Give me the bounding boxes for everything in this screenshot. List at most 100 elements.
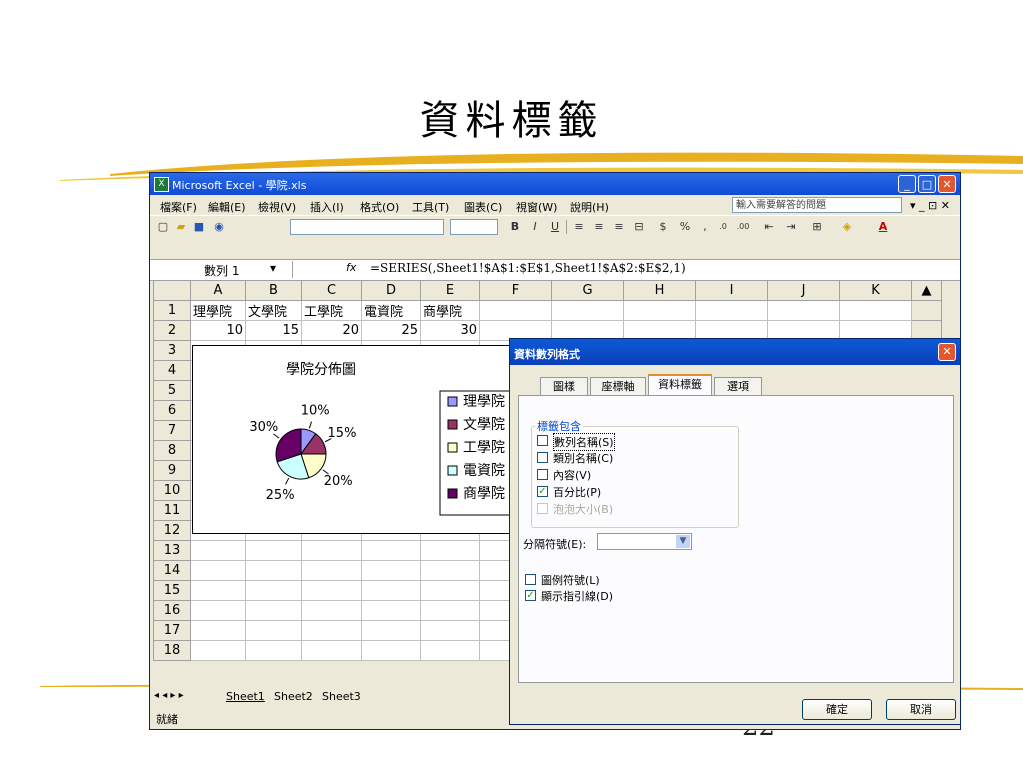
row-header[interactable]: 2 [153, 320, 191, 341]
column-header[interactable]: E [420, 280, 480, 301]
chevron-down-icon[interactable]: ▾ [270, 261, 276, 275]
minimize-button[interactable]: _ [898, 175, 916, 193]
help-icon[interactable]: ◉ [212, 220, 226, 234]
value-checkbox[interactable] [537, 469, 548, 480]
maximize-button[interactable]: □ [918, 175, 936, 193]
column-header[interactable]: D [361, 280, 421, 301]
percent-icon[interactable]: % [678, 220, 692, 234]
column-header[interactable]: H [623, 280, 696, 301]
row-header[interactable]: 16 [153, 600, 191, 621]
column-header[interactable]: A [190, 280, 246, 301]
cell[interactable]: 30 [420, 320, 480, 341]
tab-patterns[interactable]: 圖樣 [540, 377, 588, 395]
menu-format[interactable]: 格式(O) [360, 199, 399, 215]
chevron-down-icon[interactable]: ▼ [676, 535, 690, 548]
fill-color-icon[interactable]: ◈ [840, 220, 854, 234]
font-name-combo[interactable] [290, 219, 444, 235]
menu-view[interactable]: 檢視(V) [258, 199, 296, 215]
cell[interactable]: 商學院 [420, 300, 480, 321]
column-header[interactable]: G [551, 280, 624, 301]
tab-options[interactable]: 選項 [714, 377, 762, 395]
column-header[interactable]: K [839, 280, 912, 301]
series-name-checkbox[interactable] [537, 435, 548, 446]
row-header[interactable]: 5 [153, 380, 191, 401]
sheet-tab-sheet2[interactable]: Sheet2 [274, 690, 313, 703]
row-header[interactable]: 4 [153, 360, 191, 381]
new-icon[interactable]: ▢ [156, 220, 170, 234]
cell[interactable]: 電資院 [361, 300, 421, 321]
vertical-scrollbar[interactable] [911, 300, 942, 321]
font-color-icon[interactable]: A [876, 220, 890, 234]
row-header[interactable]: 13 [153, 540, 191, 561]
sheet-tab-sheet1[interactable]: Sheet1 [226, 690, 265, 703]
data-label[interactable]: 30% [249, 420, 278, 435]
borders-icon[interactable]: ⊞ [810, 220, 824, 234]
cancel-button[interactable]: 取消 [886, 699, 956, 720]
ok-button[interactable]: 確定 [802, 699, 872, 720]
separator-select[interactable]: ▼ [597, 533, 692, 550]
name-box[interactable]: 數列 1 ▾ [152, 261, 293, 278]
formula-input[interactable]: =SERIES(,Sheet1!$A$1:$E$1,Sheet1!$A$2:$E… [370, 261, 686, 275]
row-header[interactable]: 11 [153, 500, 191, 521]
data-label[interactable]: 15% [328, 426, 357, 441]
column-header[interactable]: B [245, 280, 302, 301]
underline-icon[interactable]: U [548, 220, 562, 234]
increase-decimal-icon[interactable]: .0 [716, 220, 730, 234]
comma-icon[interactable]: , [698, 220, 712, 234]
title-bar[interactable]: X Microsoft Excel - 學院.xls _ □ ✕ [150, 173, 960, 195]
help-search-input[interactable]: 輸入需要解答的問題 [732, 197, 902, 213]
menu-file[interactable]: 檔案(F) [160, 199, 197, 215]
row-header[interactable]: 17 [153, 620, 191, 641]
row-header[interactable]: 1 [153, 300, 191, 321]
decrease-indent-icon[interactable]: ⇤ [762, 220, 776, 234]
close-button[interactable]: ✕ [938, 175, 956, 193]
column-header[interactable]: F [479, 280, 552, 301]
tab-axis[interactable]: 座標軸 [590, 377, 646, 395]
scroll-up-button[interactable]: ▲ [911, 280, 942, 301]
font-size-combo[interactable] [450, 219, 498, 235]
menu-insert[interactable]: 插入(I) [310, 199, 344, 215]
cell[interactable]: 工學院 [301, 300, 362, 321]
open-icon[interactable]: ▰ [174, 220, 188, 234]
column-header[interactable]: C [301, 280, 362, 301]
legend-key-checkbox[interactable] [525, 574, 536, 585]
doc-minimize-button[interactable]: ▾ _ ⊡ ✕ [910, 199, 950, 212]
leader-lines-checkbox[interactable]: ✓ [525, 590, 536, 601]
data-label[interactable]: 10% [301, 403, 330, 418]
data-label[interactable]: 20% [324, 474, 353, 489]
dialog-title-bar[interactable]: 資料數列格式 ✕ [510, 339, 960, 365]
save-icon[interactable]: ■ [192, 220, 206, 234]
cell[interactable]: 文學院 [245, 300, 302, 321]
sheet-nav-icon[interactable]: ◂ ◂ ▸ ▸ [154, 690, 184, 701]
pie-chart[interactable]: 學院分佈圖 10% 15% 20% 25% 30% 理學院文學院工學院電資院商學院 [193, 346, 528, 533]
row-header[interactable]: 14 [153, 560, 191, 581]
menu-chart[interactable]: 圖表(C) [464, 199, 502, 215]
align-center-icon[interactable]: ≡ [592, 220, 606, 234]
select-all-corner[interactable] [153, 280, 191, 301]
row-header[interactable]: 12 [153, 520, 191, 541]
column-header[interactable]: I [695, 280, 768, 301]
row-header[interactable]: 15 [153, 580, 191, 601]
menu-tools[interactable]: 工具(T) [412, 199, 449, 215]
row-header[interactable]: 6 [153, 400, 191, 421]
cell[interactable]: 10 [190, 320, 246, 341]
percentage-checkbox[interactable]: ✓ [537, 486, 548, 497]
row-header[interactable]: 7 [153, 420, 191, 441]
decrease-decimal-icon[interactable]: .00 [736, 220, 750, 234]
row-header[interactable]: 8 [153, 440, 191, 461]
menu-edit[interactable]: 編輯(E) [208, 199, 246, 215]
menu-window[interactable]: 視窗(W) [516, 199, 557, 215]
row-header[interactable]: 9 [153, 460, 191, 481]
row-header[interactable]: 10 [153, 480, 191, 501]
cell[interactable]: 15 [245, 320, 302, 341]
column-header[interactable]: J [767, 280, 840, 301]
row-header[interactable]: 18 [153, 640, 191, 661]
currency-icon[interactable]: $ [656, 220, 670, 234]
merge-icon[interactable]: ⊟ [632, 220, 646, 234]
tab-data-labels[interactable]: 資料標籤 [648, 374, 712, 396]
cell[interactable]: 理學院 [190, 300, 246, 321]
sheet-tab-sheet3[interactable]: Sheet3 [322, 690, 361, 703]
row-header[interactable]: 3 [153, 340, 191, 361]
cell[interactable]: 25 [361, 320, 421, 341]
cell[interactable]: 20 [301, 320, 362, 341]
